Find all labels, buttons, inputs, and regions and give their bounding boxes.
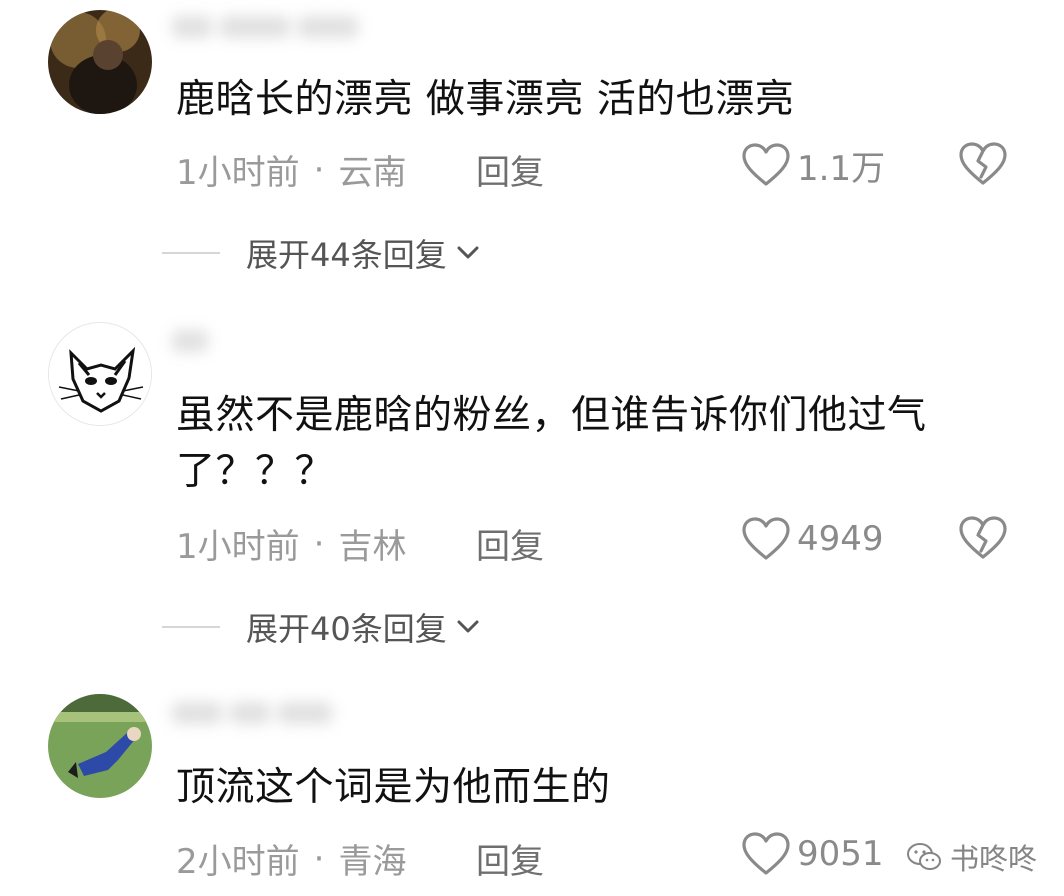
comment-location: 云南 — [338, 153, 407, 193]
comment-text: 顶流这个词是为他而生的 — [176, 765, 611, 810]
meta-separator: · — [313, 149, 325, 190]
meta-separator: · — [313, 523, 325, 564]
heart-outline-icon — [742, 832, 790, 875]
dislike-button[interactable] — [958, 513, 1008, 563]
expand-replies-label: 展开44条回复 — [246, 236, 447, 274]
like-count: 9051 — [797, 834, 884, 874]
user-avatar[interactable] — [48, 322, 152, 426]
avatar-image — [48, 10, 152, 114]
user-avatar[interactable] — [48, 10, 152, 114]
divider-line — [162, 626, 220, 628]
avatar-image — [48, 694, 152, 798]
watermark: 书咚咚 — [906, 836, 1037, 878]
expand-replies-button[interactable]: 展开40条回复 — [162, 604, 481, 650]
wechat-icon — [907, 843, 941, 870]
username-blurred[interactable] — [172, 16, 372, 52]
comment-text: 虽然不是鹿晗的粉丝，但谁告诉你们他过气了？？？ — [176, 393, 927, 494]
comment-time: 1小时前 — [176, 527, 300, 567]
reply-button[interactable]: 回复 — [476, 145, 544, 194]
like-button[interactable]: 4949 — [741, 513, 884, 565]
like-button[interactable]: 1.1万 — [741, 139, 885, 191]
username-blurred[interactable] — [172, 330, 372, 366]
comment-location: 青海 — [338, 842, 407, 882]
avatar-image — [49, 323, 151, 425]
broken-heart-icon — [959, 516, 1007, 559]
expand-replies-label: 展开40条回复 — [246, 610, 447, 648]
divider-line — [162, 252, 220, 254]
user-avatar[interactable] — [48, 694, 152, 798]
comment-time: 1小时前 — [176, 153, 300, 193]
comment-location: 吉林 — [338, 527, 407, 567]
reply-button[interactable]: 回复 — [476, 519, 544, 568]
heart-outline-icon — [742, 143, 790, 186]
comment-meta: 1小时前 · 吉林 回复 4949 — [176, 516, 1064, 568]
dislike-button[interactable] — [958, 139, 1008, 189]
expand-replies-button[interactable]: 展开44条回复 — [162, 230, 481, 276]
like-count: 4949 — [797, 519, 884, 559]
chevron-down-icon — [457, 246, 479, 259]
comment-text: 鹿晗长的漂亮 做事漂亮 活的也漂亮 — [176, 77, 795, 122]
chevron-down-icon — [457, 620, 479, 633]
meta-separator: · — [313, 838, 325, 879]
like-count: 1.1万 — [797, 148, 886, 189]
comment-time: 2小时前 — [176, 842, 300, 882]
heart-outline-icon — [742, 517, 790, 560]
reply-button[interactable]: 回复 — [476, 834, 544, 883]
broken-heart-icon — [959, 142, 1007, 185]
watermark-text: 书咚咚 — [950, 842, 1038, 876]
username-blurred[interactable] — [172, 702, 372, 738]
like-button[interactable]: 9051 — [741, 828, 884, 880]
comment-meta: 1小时前 · 云南 回复 1.1万 — [176, 142, 1064, 194]
